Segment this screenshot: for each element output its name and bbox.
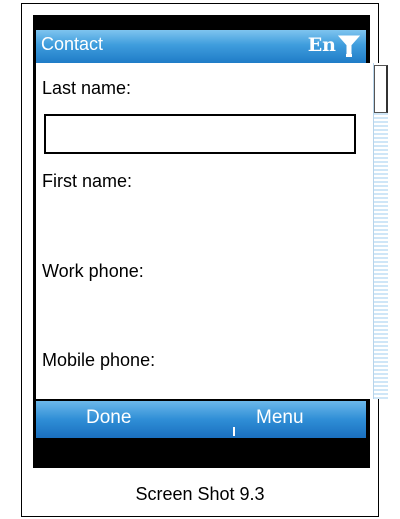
contact-form: Last name: First name: Work phone: Mobil…	[36, 63, 371, 399]
vertical-scrollbar[interactable]	[373, 63, 388, 399]
softkey-divider	[233, 427, 235, 436]
signal-antenna-icon	[337, 34, 361, 58]
mobile-phone-label: Mobile phone:	[42, 350, 156, 370]
last-name-input[interactable]	[44, 114, 356, 154]
done-softkey[interactable]: Done	[86, 407, 131, 429]
figure-caption: Screen Shot 9.3	[135, 484, 265, 504]
work-phone-label: Work phone:	[42, 261, 144, 281]
last-name-label: Last name:	[42, 78, 132, 98]
scrollbar-thumb[interactable]	[374, 65, 388, 113]
softkey-bar: Done Menu	[36, 401, 366, 438]
input-language-indicator: En	[307, 34, 336, 56]
menu-softkey[interactable]: Menu	[256, 407, 304, 429]
app-title: Contact	[41, 34, 104, 54]
title-bar: Contact En	[36, 30, 366, 63]
first-name-label: First name:	[42, 171, 133, 191]
